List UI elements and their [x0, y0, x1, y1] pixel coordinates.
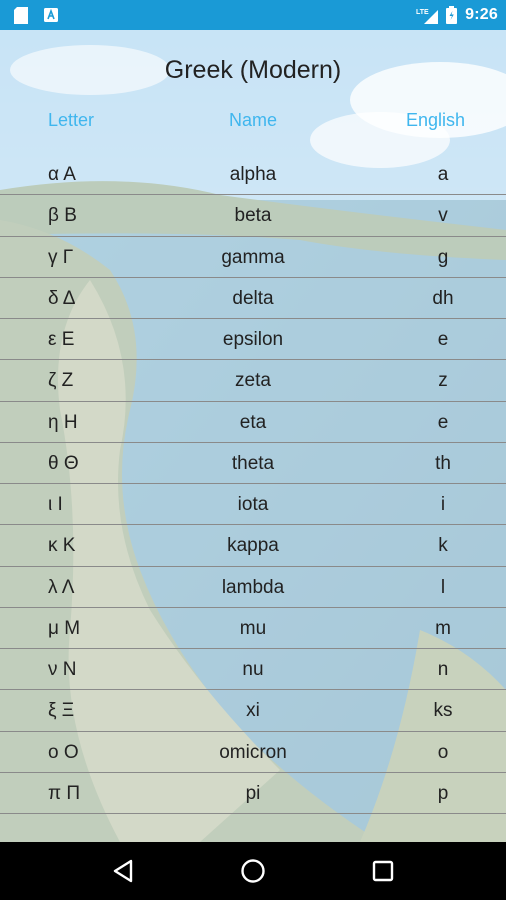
main-content: Greek (Modern) Letter Name English α Αal…	[0, 30, 506, 842]
signal-icon: LTE	[416, 6, 439, 24]
english-cell: v	[438, 205, 448, 227]
english-cell: n	[437, 659, 449, 680]
network-type: LTE	[416, 9, 429, 16]
back-button[interactable]	[103, 851, 143, 891]
column-header-english: English	[405, 110, 465, 130]
english-cell: i	[440, 494, 446, 515]
page-title: Greek (Modern)	[164, 56, 342, 84]
recents-button[interactable]	[363, 851, 403, 891]
home-icon	[241, 859, 265, 883]
english-cell: o	[437, 741, 449, 763]
english-cell: dh	[432, 287, 454, 309]
table-row: ο Οomicron o	[0, 732, 506, 773]
navigation-bar	[0, 842, 506, 900]
table-row: θ Θtheta th	[0, 443, 506, 484]
table-row: δ Δdelta dh	[0, 278, 506, 319]
table-row: λ Λlambda l	[0, 567, 506, 608]
english-cell: m	[435, 617, 451, 639]
english-cell: g	[437, 246, 449, 268]
clock: 9:26	[465, 6, 498, 23]
english-cell: e	[437, 329, 449, 350]
sd-card-icon	[14, 6, 28, 24]
english-cell: l	[440, 576, 446, 598]
english-cell: k	[438, 535, 448, 557]
table-row: ξ Ξxi ks	[0, 690, 506, 732]
table-row: ε Εepsilon e	[0, 319, 506, 361]
alphabet-table: α Αalpha a β Βbeta v γ Γgamma g δ Δdelta dh …	[0, 154, 506, 814]
english-cell: z	[438, 370, 448, 392]
back-icon	[113, 859, 133, 883]
english-cell: ks	[433, 700, 453, 722]
table-row: ι Ιiota i	[0, 484, 506, 526]
table-row: η Ηeta e	[0, 402, 506, 443]
recents-icon	[372, 860, 394, 882]
app-notification-icon	[44, 8, 58, 22]
table-row: γ Γgamma g	[0, 237, 506, 278]
english-cell: a	[437, 164, 449, 185]
table-row: κ Κkappa k	[0, 525, 506, 567]
table-row: μ Μmu m	[0, 608, 506, 649]
table-row: π Πpi p	[0, 773, 506, 814]
status-bar: LTE 9:26	[0, 0, 506, 30]
english-cell: p	[437, 782, 449, 804]
home-button[interactable]	[233, 851, 273, 891]
table-row: α Αalpha a	[0, 154, 506, 196]
english-cell: e	[437, 411, 449, 433]
english-cell: th	[435, 452, 451, 474]
table-row: ζ Ζzeta z	[0, 360, 506, 402]
table-row: β Βbeta v	[0, 195, 506, 237]
table-row: ν Νnu n	[0, 649, 506, 691]
battery-icon	[446, 6, 458, 24]
